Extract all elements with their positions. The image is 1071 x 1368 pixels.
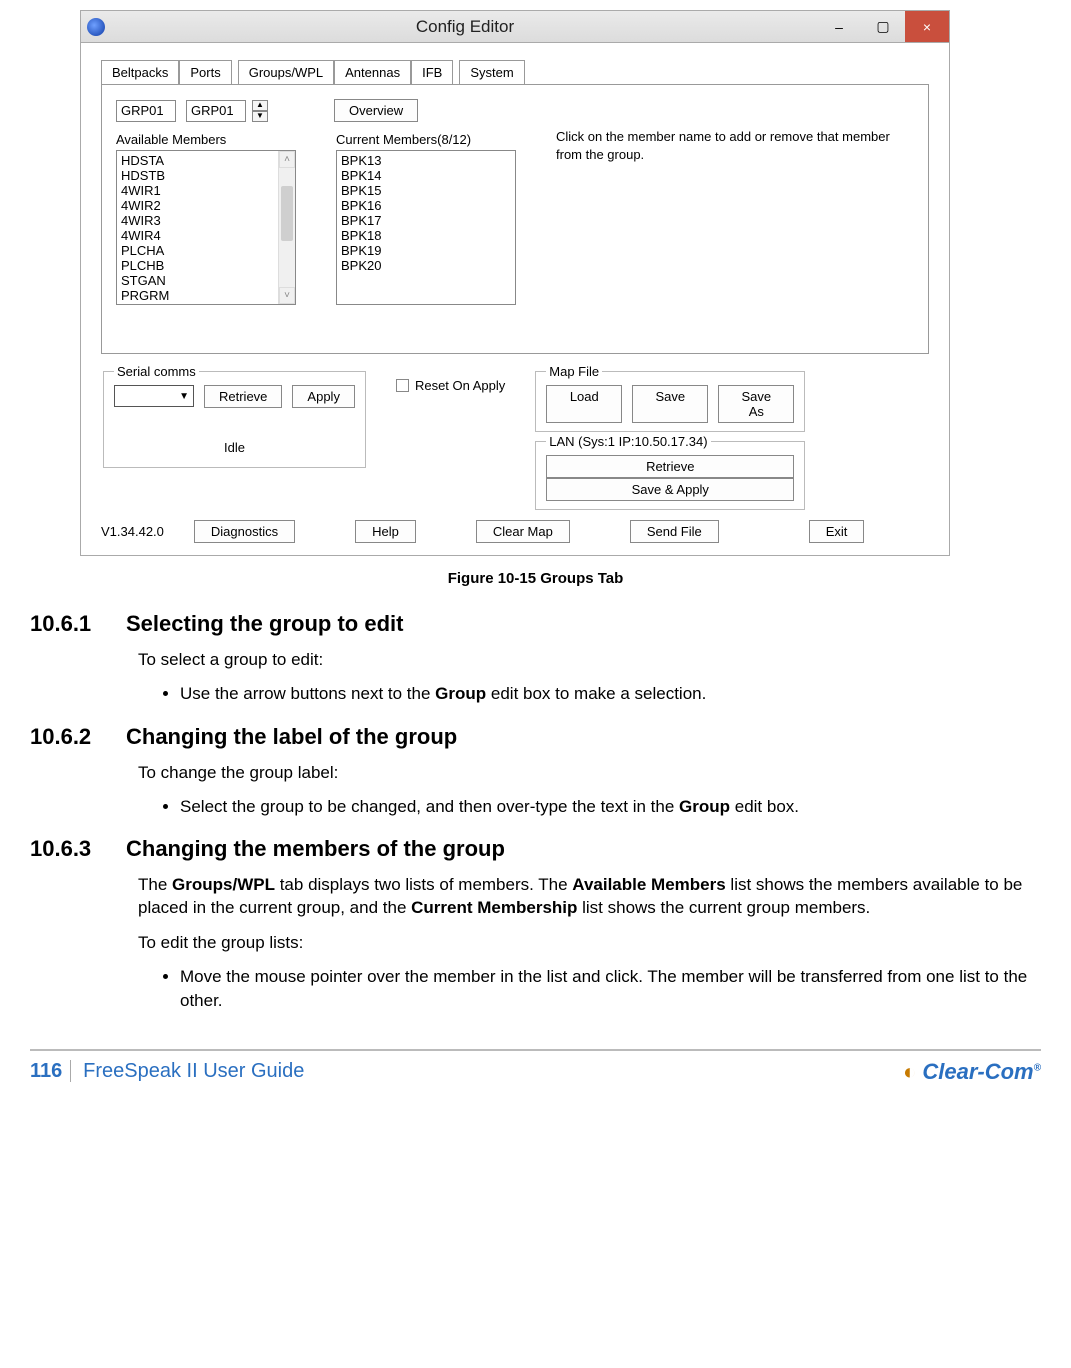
tab-panel-groups: ▲ ▼ Overview Available Members HDSTA HDS… [101,84,929,354]
available-members-label: Available Members [116,132,296,147]
reset-on-apply-row: Reset On Apply [396,378,505,393]
maximize-button[interactable]: ▢ [861,11,905,42]
list-item[interactable]: BPK15 [341,183,507,198]
list-item[interactable]: 4WIR2 [121,198,287,213]
page-number: 116 [30,1060,71,1082]
mapfile-save-button[interactable]: Save [632,385,708,423]
scroll-up-icon[interactable]: ˄ [279,151,295,168]
section-title: Changing the members of the group [126,836,505,862]
list-item[interactable]: BPK13 [341,153,507,168]
tab-strip: Beltpacks Ports Groups/WPL Antennas IFB … [101,59,929,84]
list-item[interactable]: HDSTA [121,153,287,168]
tab-antennas[interactable]: Antennas [334,60,411,84]
bullet-item: Use the arrow buttons next to the Group … [180,682,1031,706]
config-editor-window: Config Editor – ▢ × Beltpacks Ports Grou… [80,10,950,556]
scrollbar[interactable]: ˄ ˅ [278,151,295,304]
spinner-down-icon[interactable]: ▼ [252,111,268,122]
list-item[interactable]: 4WIR4 [121,228,287,243]
tab-ifb[interactable]: IFB [411,60,453,84]
section-number: 10.6.2 [30,724,108,750]
spinner-up-icon[interactable]: ▲ [252,100,268,111]
list-item[interactable]: BPK18 [341,228,507,243]
section-paragraph: The Groups/WPL tab displays two lists of… [138,874,1031,920]
group-id-input[interactable] [116,100,176,122]
serial-apply-button[interactable]: Apply [292,385,355,408]
list-item[interactable]: BPK16 [341,198,507,213]
serial-comms-group: Serial comms ▼ Retrieve Apply Idle [103,364,366,468]
serial-retrieve-button[interactable]: Retrieve [204,385,282,408]
map-file-legend: Map File [546,364,602,379]
close-button[interactable]: × [905,11,949,42]
group-label-input[interactable] [186,100,246,122]
list-item[interactable]: BPK01 [121,303,287,305]
scroll-down-icon[interactable]: ˅ [279,287,295,304]
map-file-group: Map File Load Save Save As [535,364,805,432]
list-item[interactable]: PRGRM [121,288,287,303]
current-members-list[interactable]: BPK13 BPK14 BPK15 BPK16 BPK17 BPK18 BPK1… [336,150,516,305]
reset-on-apply-label: Reset On Apply [415,378,505,393]
page-footer: 116 FreeSpeak II User Guide ◐ Clear-Com® [30,1049,1041,1103]
tab-groups-wpl[interactable]: Groups/WPL [238,60,334,84]
list-item[interactable]: PLCHB [121,258,287,273]
lan-group: LAN (Sys:1 IP:10.50.17.34) Retrieve Save… [535,434,805,510]
lan-retrieve-button[interactable]: Retrieve [546,455,794,478]
help-button[interactable]: Help [355,520,416,543]
document-body: 10.6.1 Selecting the group to edit To se… [0,611,1071,1013]
section-intro: To select a group to edit: [138,649,1031,672]
clearmap-button[interactable]: Clear Map [476,520,570,543]
list-item[interactable]: 4WIR3 [121,213,287,228]
diagnostics-button[interactable]: Diagnostics [194,520,295,543]
lan-legend: LAN (Sys:1 IP:10.50.17.34) [546,434,710,449]
sendfile-button[interactable]: Send File [630,520,719,543]
clearcom-logo: ◐ Clear-Com® [903,1059,1041,1085]
minimize-button[interactable]: – [817,11,861,42]
list-item[interactable]: PLCHA [121,243,287,258]
list-item[interactable]: BPK17 [341,213,507,228]
bullet-item: Select the group to be changed, and then… [180,795,1031,819]
chevron-down-icon: ▼ [179,391,189,402]
section-number: 10.6.1 [30,611,108,637]
list-item[interactable]: HDSTB [121,168,287,183]
bottom-toolbar: V1.34.42.0 Diagnostics Help Clear Map Se… [101,520,929,543]
tab-system[interactable]: System [459,60,524,84]
list-item[interactable]: STGAN [121,273,287,288]
list-item[interactable]: BPK14 [341,168,507,183]
scroll-thumb[interactable] [281,186,293,241]
mapfile-saveas-button[interactable]: Save As [718,385,794,423]
serial-port-combo[interactable]: ▼ [114,385,194,407]
client-area: Beltpacks Ports Groups/WPL Antennas IFB … [81,43,949,555]
tab-ports[interactable]: Ports [179,60,231,84]
section-number: 10.6.3 [30,836,108,862]
mapfile-load-button[interactable]: Load [546,385,622,423]
section-title: Changing the label of the group [126,724,457,750]
version-label: V1.34.42.0 [101,524,164,539]
section-title: Selecting the group to edit [126,611,403,637]
titlebar: Config Editor – ▢ × [81,11,949,43]
tab-beltpacks[interactable]: Beltpacks [101,60,179,84]
hint-text: Click on the member name to add or remov… [556,128,914,163]
serial-status: Idle [114,440,355,455]
guide-title: FreeSpeak II User Guide [83,1060,304,1082]
available-members-list[interactable]: HDSTA HDSTB 4WIR1 4WIR2 4WIR3 4WIR4 PLCH… [116,150,296,305]
bullet-item: Move the mouse pointer over the member i… [180,965,1031,1013]
list-item[interactable]: BPK20 [341,258,507,273]
list-item[interactable]: BPK19 [341,243,507,258]
section-intro: To change the group label: [138,762,1031,785]
overview-button[interactable]: Overview [334,99,418,122]
list-item[interactable]: 4WIR1 [121,183,287,198]
serial-comms-legend: Serial comms [114,364,199,379]
lan-saveapply-button[interactable]: Save & Apply [546,478,794,501]
exit-button[interactable]: Exit [809,520,865,543]
current-members-label: Current Members(8/12) [336,132,516,147]
window-title: Config Editor [113,17,817,37]
section-intro: To edit the group lists: [138,932,1031,955]
figure-caption: Figure 10-15 Groups Tab [0,570,1071,587]
group-spinner[interactable]: ▲ ▼ [252,100,268,122]
app-icon [87,18,105,36]
reset-on-apply-checkbox[interactable] [396,379,409,392]
